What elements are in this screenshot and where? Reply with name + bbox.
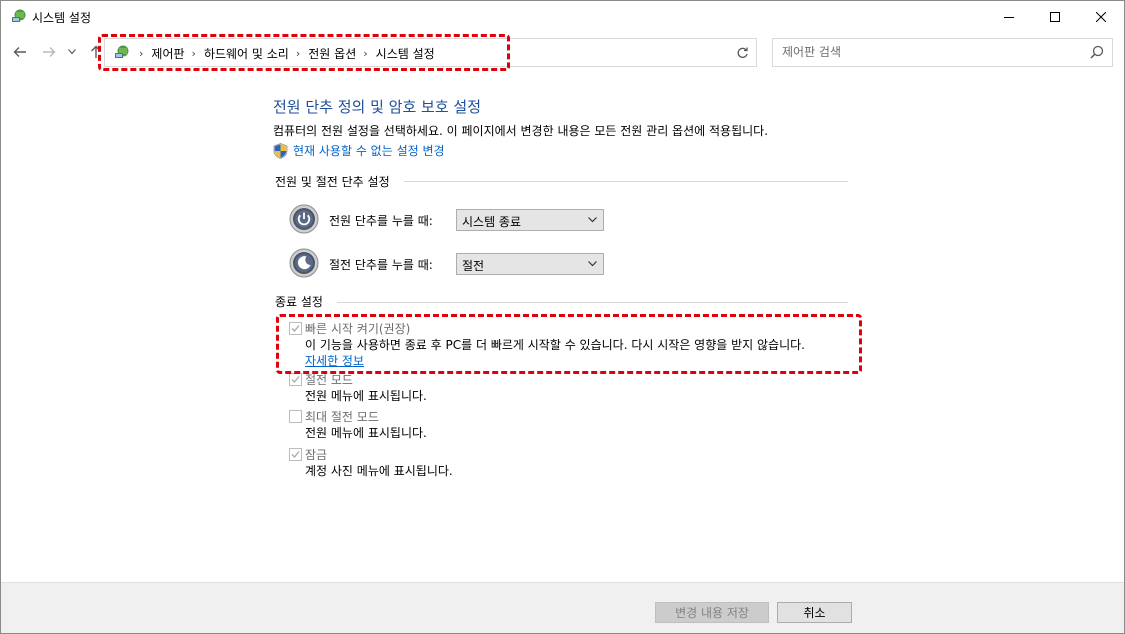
power-button-label: 전원 단추를 누를 때: [329, 214, 433, 228]
recent-locations-button[interactable] [65, 44, 79, 60]
page-description: 컴퓨터의 전원 설정을 선택하세요. 이 페이지에서 변경한 내용은 모든 전원… [273, 124, 769, 138]
footer-bar: 변경 내용 저장 취소 [1, 582, 1124, 633]
option-description: 전원 메뉴에 표시됩니다. [305, 426, 427, 440]
breadcrumb-item[interactable]: 전원 옵션 [308, 45, 356, 62]
back-button[interactable] [11, 44, 29, 60]
option-description: 이 기능을 사용하면 종료 후 PC를 더 빠르게 시작할 수 있습니다. 다시… [305, 338, 805, 352]
search-input[interactable] [773, 39, 1082, 64]
control-panel-icon [12, 9, 26, 22]
option-description: 전원 메뉴에 표시됩니다. [305, 389, 427, 403]
checkmark-icon [291, 325, 300, 332]
breadcrumb-item[interactable]: 하드웨어 및 소리 [204, 45, 289, 62]
sleep-button-row: 절전 단추를 누를 때: 절전 [289, 248, 604, 278]
lock-checkbox[interactable] [289, 448, 302, 461]
window-title: 시스템 설정 [32, 11, 92, 25]
page-title: 전원 단추 정의 및 암호 보호 설정 [273, 98, 482, 116]
chevron-down-icon [588, 261, 597, 267]
select-value: 절전 [462, 259, 485, 273]
power-button-action-select[interactable]: 시스템 종료 [456, 209, 604, 231]
minimize-icon [1004, 16, 1014, 18]
checkmark-icon [291, 376, 300, 383]
change-unavailable-settings-link[interactable]: 현재 사용할 수 없는 설정 변경 [273, 142, 445, 159]
option-label: 잠금 [305, 448, 328, 462]
up-button[interactable] [87, 44, 105, 60]
divider [337, 302, 848, 303]
more-info-link[interactable]: 자세한 정보 [305, 352, 364, 369]
cancel-button[interactable]: 취소 [777, 602, 852, 623]
search-icon[interactable] [1090, 45, 1104, 59]
breadcrumb-item[interactable]: 제어판 [151, 45, 184, 62]
maximize-button[interactable] [1032, 1, 1078, 32]
forward-button[interactable] [40, 44, 58, 60]
refresh-button[interactable] [728, 38, 757, 67]
option-description: 계정 사진 메뉴에 표시됩니다. [305, 464, 453, 478]
sleep-button-action-select[interactable]: 절전 [456, 253, 604, 275]
refresh-icon [737, 47, 748, 58]
chevron-right-icon[interactable]: › [192, 47, 196, 60]
chevron-right-icon[interactable]: › [363, 47, 367, 60]
breadcrumb-item[interactable]: 시스템 설정 [376, 45, 435, 62]
fast-startup-checkbox[interactable] [289, 322, 302, 335]
breadcrumb: › 제어판 › 하드웨어 및 소리 › 전원 옵션 › 시스템 설정 [132, 45, 435, 62]
option-label: 빠른 시작 켜기(권장) [305, 322, 411, 336]
control-panel-icon [115, 45, 129, 58]
checkmark-icon [291, 451, 300, 458]
search-box[interactable] [772, 38, 1113, 67]
chevron-down-icon [588, 217, 597, 223]
close-button[interactable] [1078, 1, 1124, 32]
chevron-right-icon: › [139, 47, 144, 60]
up-arrow-icon [91, 45, 101, 58]
sleep-button-icon [289, 248, 319, 278]
navigation-bar: › 제어판 › 하드웨어 및 소리 › 전원 옵션 › 시스템 설정 [1, 32, 1124, 72]
main-content: 전원 단추 정의 및 암호 보호 설정 컴퓨터의 전원 설정을 선택하세요. 이… [1, 72, 1124, 582]
option-label: 최대 절전 모드 [305, 410, 379, 424]
window: 시스템 설정 › 제어판 › 하드웨어 및 소리 › 전원 옵션 › 시스템 설… [0, 0, 1125, 634]
section-heading: 종료 설정 [275, 295, 323, 309]
hibernate-checkbox[interactable] [289, 410, 302, 423]
back-arrow-icon [13, 47, 26, 57]
forward-arrow-icon [43, 47, 56, 57]
section-heading: 전원 및 절전 단추 설정 [275, 175, 390, 189]
power-button-icon [289, 204, 319, 234]
uac-link-label[interactable]: 현재 사용할 수 없는 설정 변경 [293, 142, 445, 159]
option-label: 절전 모드 [305, 373, 353, 387]
select-value: 시스템 종료 [462, 215, 522, 229]
close-icon [1096, 11, 1106, 22]
minimize-button[interactable] [986, 1, 1032, 32]
shield-icon [273, 142, 288, 159]
save-changes-button[interactable]: 변경 내용 저장 [655, 602, 769, 623]
power-button-row: 전원 단추를 누를 때: 시스템 종료 [289, 204, 604, 234]
address-bar[interactable]: › 제어판 › 하드웨어 및 소리 › 전원 옵션 › 시스템 설정 [104, 38, 818, 67]
chevron-down-icon [68, 49, 76, 55]
title-bar: 시스템 설정 [1, 1, 1124, 32]
maximize-icon [1050, 11, 1060, 22]
chevron-right-icon[interactable]: › [296, 47, 300, 60]
divider [404, 181, 848, 182]
sleep-button-label: 절전 단추를 누를 때: [329, 258, 433, 272]
sleep-checkbox[interactable] [289, 373, 302, 386]
